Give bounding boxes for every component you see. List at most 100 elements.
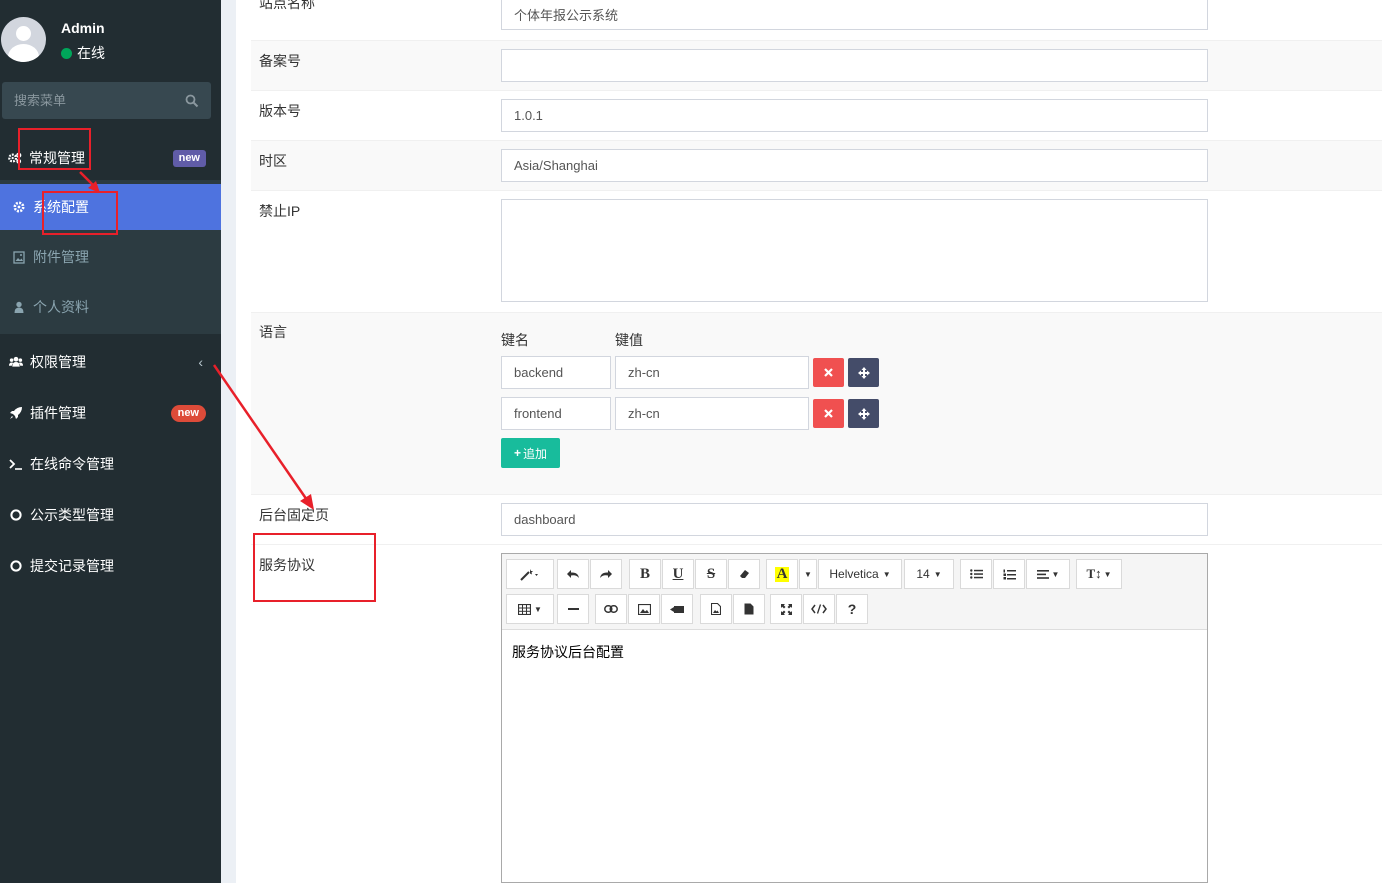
sidebar-item-attachments-label: 附件管理: [33, 249, 89, 265]
rocket-icon: [9, 406, 23, 420]
code-view-button[interactable]: [803, 594, 835, 624]
link-button[interactable]: [595, 594, 627, 624]
language-value-header: 键值: [615, 332, 643, 348]
new-badge: new: [172, 149, 206, 167]
caret-down-icon: ▼: [534, 604, 542, 614]
sidebar-item-console-label: 在线命令管理: [30, 456, 114, 472]
timezone-label: 时区: [259, 153, 287, 169]
fullscreen-button[interactable]: [770, 594, 802, 624]
color-dropdown-button[interactable]: ▼: [799, 559, 817, 589]
user-status-text: 在线: [77, 45, 105, 61]
delete-row-button[interactable]: [813, 399, 844, 428]
file-image-icon: [711, 603, 721, 615]
sidebar-item-public-type[interactable]: 公示类型管理: [0, 496, 221, 534]
redo-icon: [600, 570, 612, 578]
site-name-input[interactable]: 个体年报公示系统: [501, 0, 1208, 30]
forbidden-ip-textarea[interactable]: [501, 199, 1208, 302]
user-name: Admin: [61, 20, 105, 36]
video-button[interactable]: [661, 594, 693, 624]
text-color-button[interactable]: A: [766, 559, 798, 589]
gear-icon: [13, 201, 25, 213]
align-left-icon: [1036, 569, 1049, 579]
caret-down-icon: ▼: [1051, 569, 1060, 579]
language-value-input[interactable]: zh-cn: [615, 356, 809, 389]
sidebar-item-permissions[interactable]: 权限管理 ‹: [0, 343, 221, 381]
sidebar-item-profile-label: 个人资料: [33, 299, 89, 315]
fixed-page-input[interactable]: dashboard: [501, 503, 1208, 536]
annotation-box-general: [18, 128, 91, 170]
magic-style-button[interactable]: [506, 559, 554, 589]
text-height-icon: T↕: [1086, 566, 1102, 581]
table-button[interactable]: ▼: [506, 594, 554, 624]
sidebar-item-permissions-label: 权限管理: [30, 354, 86, 370]
table-icon: [518, 603, 532, 615]
language-key-input[interactable]: backend: [501, 356, 611, 389]
image-icon: [13, 251, 25, 264]
editor-content[interactable]: 服务协议后台配置: [512, 642, 624, 662]
sidebar-item-profile[interactable]: 个人资料: [0, 284, 221, 330]
menu-search-input[interactable]: [2, 82, 177, 119]
avatar[interactable]: [1, 17, 46, 62]
unordered-list-button[interactable]: [960, 559, 992, 589]
file-icon: [744, 603, 754, 615]
terminal-icon: [9, 457, 23, 471]
strikethrough-button[interactable]: S: [695, 559, 727, 589]
language-key-input[interactable]: frontend: [501, 397, 611, 430]
move-icon: [857, 366, 870, 379]
language-key-header: 键名: [501, 332, 529, 348]
circle-icon: [9, 559, 23, 573]
version-input[interactable]: 1.0.1: [501, 99, 1208, 132]
circle-icon: [9, 508, 23, 522]
redo-button[interactable]: [590, 559, 622, 589]
help-button[interactable]: ?: [836, 594, 868, 624]
user-panel: Admin 在线: [0, 0, 221, 80]
menu-search: [2, 82, 211, 119]
line-height-button[interactable]: T↕ ▼: [1076, 559, 1122, 589]
annotation-box-system-config: [42, 191, 118, 235]
caret-down-icon: ▼: [1103, 569, 1112, 579]
eraser-button[interactable]: [728, 559, 760, 589]
agreement-editor: B U S A ▼ Helvetica ▼ 14 ▼ ▼ T↕ ▼ ▼ ? 服务…: [501, 553, 1208, 883]
language-value-input[interactable]: zh-cn: [615, 397, 809, 430]
sidebar-item-console[interactable]: 在线命令管理: [0, 445, 221, 483]
caret-down-icon: ▼: [933, 569, 942, 579]
delete-row-button[interactable]: [813, 358, 844, 387]
font-size-dropdown[interactable]: 14 ▼: [904, 559, 954, 589]
plus-icon: +: [513, 446, 521, 460]
beian-label: 备案号: [259, 53, 301, 69]
image-button[interactable]: [628, 594, 660, 624]
ordered-list-button[interactable]: [993, 559, 1025, 589]
search-icon[interactable]: [185, 94, 199, 108]
insert-file-button[interactable]: [733, 594, 765, 624]
drag-row-button[interactable]: [848, 358, 879, 387]
code-icon: [811, 604, 827, 614]
chevron-left-icon[interactable]: ‹: [198, 354, 203, 370]
bold-button[interactable]: B: [629, 559, 661, 589]
sidebar-item-submissions-label: 提交记录管理: [30, 558, 114, 574]
insert-image-file-button[interactable]: [700, 594, 732, 624]
paragraph-align-button[interactable]: ▼: [1026, 559, 1070, 589]
sidebar-item-plugins-label: 插件管理: [30, 405, 86, 421]
sidebar-item-public-type-label: 公示类型管理: [30, 507, 114, 523]
language-label: 语言: [259, 324, 287, 340]
sidebar-item-submissions[interactable]: 提交记录管理: [0, 547, 221, 585]
close-icon: [824, 409, 833, 418]
sidebar-item-plugins[interactable]: 插件管理 new: [0, 394, 221, 432]
underline-button[interactable]: U: [662, 559, 694, 589]
sidebar-item-attachments[interactable]: 附件管理: [0, 234, 221, 280]
font-name-dropdown[interactable]: Helvetica ▼: [818, 559, 902, 589]
horizontal-rule-button[interactable]: [557, 594, 589, 624]
font-name-value: Helvetica: [829, 567, 879, 581]
video-icon: [670, 605, 684, 613]
add-language-button[interactable]: + 追加: [501, 438, 560, 468]
undo-button[interactable]: [557, 559, 589, 589]
magic-icon: [520, 568, 538, 581]
caret-down-icon: ▼: [882, 569, 891, 579]
timezone-input[interactable]: Asia/Shanghai: [501, 149, 1208, 182]
font-size-value: 14: [916, 567, 930, 581]
fixed-page-label: 后台固定页: [259, 507, 329, 523]
editor-toolbar: B U S A ▼ Helvetica ▼ 14 ▼ ▼ T↕ ▼ ▼ ?: [502, 554, 1207, 630]
eraser-icon: [739, 570, 749, 578]
drag-row-button[interactable]: [848, 399, 879, 428]
beian-input[interactable]: [501, 49, 1208, 82]
